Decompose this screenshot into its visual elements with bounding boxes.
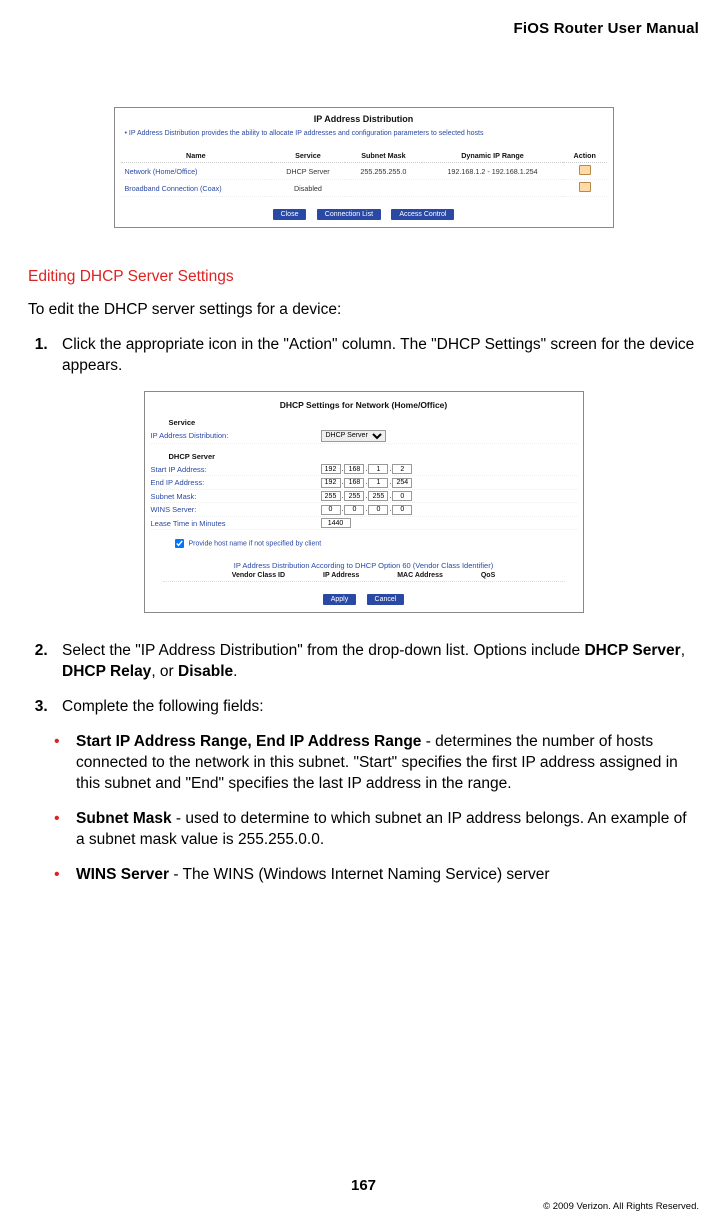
- wins-value: ...: [321, 504, 413, 515]
- intro-text: To edit the DHCP server settings for a d…: [28, 300, 699, 321]
- screenshot-ip-distribution: IP Address Distribution • IP Address Dis…: [114, 107, 614, 228]
- start-ip-3[interactable]: [368, 464, 388, 474]
- wins-1[interactable]: [321, 505, 341, 515]
- cell-action[interactable]: [563, 163, 607, 180]
- step-1: Click the appropriate icon in the "Actio…: [52, 335, 699, 377]
- cancel-button[interactable]: Cancel: [367, 594, 405, 605]
- end-ip-row: End IP Address: ...: [151, 476, 577, 490]
- bullet-subnet-mask: Subnet Mask - used to determine to which…: [52, 809, 699, 851]
- screenshot-dhcp-settings: DHCP Settings for Network (Home/Office) …: [144, 391, 584, 614]
- col-mask: Subnet Mask: [345, 149, 422, 163]
- end-ip-label: End IP Address:: [151, 478, 321, 487]
- ip-dist-label: IP Address Distribution:: [151, 431, 321, 440]
- cell-name[interactable]: Network (Home/Office): [121, 163, 272, 180]
- col-qos: QoS: [481, 572, 495, 579]
- lease-label: Lease Time in Minutes: [151, 519, 321, 528]
- col-vendor: Vendor Class ID: [232, 572, 285, 579]
- col-ip: IP Address: [323, 572, 359, 579]
- hostname-check-row: Provide host name if not specified by cl…: [151, 530, 577, 559]
- cell-mask: [345, 180, 422, 197]
- end-ip-4[interactable]: [392, 478, 412, 488]
- edit-icon[interactable]: [579, 165, 591, 175]
- end-ip-3[interactable]: [368, 478, 388, 488]
- start-ip-2[interactable]: [344, 464, 364, 474]
- col-name: Name: [121, 149, 272, 163]
- cell-service: DHCP Server: [271, 163, 345, 180]
- ss1-table: Name Service Subnet Mask Dynamic IP Rang…: [121, 149, 607, 197]
- access-control-button[interactable]: Access Control: [391, 209, 454, 220]
- start-ip-1[interactable]: [321, 464, 341, 474]
- mask-2[interactable]: [344, 491, 364, 501]
- option60-subtitle: IP Address Distribution According to DHC…: [151, 561, 577, 570]
- section-title: Editing DHCP Server Settings: [28, 268, 699, 286]
- col-mac: MAC Address: [397, 572, 443, 579]
- copyright: © 2009 Verizon. All Rights Reserved.: [543, 1201, 699, 1212]
- cell-action[interactable]: [563, 180, 607, 197]
- step-3: Complete the following fields:: [52, 697, 699, 718]
- end-ip-2[interactable]: [344, 478, 364, 488]
- cell-mask: 255.255.255.0: [345, 163, 422, 180]
- table-row: Broadband Connection (Coax) Disabled: [121, 180, 607, 197]
- col-range: Dynamic IP Range: [422, 149, 563, 163]
- wins-2[interactable]: [344, 505, 364, 515]
- start-ip-label: Start IP Address:: [151, 465, 321, 474]
- cell-service: Disabled: [271, 180, 345, 197]
- end-ip-1[interactable]: [321, 478, 341, 488]
- table-row: Network (Home/Office) DHCP Server 255.25…: [121, 163, 607, 180]
- edit-icon[interactable]: [579, 182, 591, 192]
- mask-1[interactable]: [321, 491, 341, 501]
- wins-3[interactable]: [368, 505, 388, 515]
- col-service: Service: [271, 149, 345, 163]
- lease-input[interactable]: [321, 518, 351, 528]
- wins-4[interactable]: [392, 505, 412, 515]
- mask-row: Subnet Mask: ...: [151, 490, 577, 504]
- close-button[interactable]: Close: [273, 209, 307, 220]
- dhcp-server-head: DHCP Server: [151, 450, 577, 463]
- ss1-title: IP Address Distribution: [121, 114, 607, 124]
- start-ip-4[interactable]: [392, 464, 412, 474]
- apply-button[interactable]: Apply: [323, 594, 357, 605]
- col-action: Action: [563, 149, 607, 163]
- hostname-checkbox[interactable]: [174, 539, 183, 548]
- wins-row: WINS Server: ...: [151, 503, 577, 517]
- mask-4[interactable]: [392, 491, 412, 501]
- page-number: 167: [0, 1177, 727, 1194]
- cell-range: 192.168.1.2 - 192.168.1.254: [422, 163, 563, 180]
- wins-label: WINS Server:: [151, 505, 321, 514]
- cell-range: [422, 180, 563, 197]
- step-2: Select the "IP Address Distribution" fro…: [52, 641, 699, 683]
- ss1-note: • IP Address Distribution provides the a…: [121, 130, 607, 137]
- start-ip-row: Start IP Address: ...: [151, 463, 577, 477]
- end-ip-value: ...: [321, 477, 413, 488]
- bullet-wins-server: WINS Server - The WINS (Windows Internet…: [52, 865, 699, 886]
- manual-title: FiOS Router User Manual: [28, 20, 699, 37]
- start-ip-value: ...: [321, 464, 413, 475]
- ip-dist-select[interactable]: DHCP Server: [321, 430, 386, 442]
- cell-name[interactable]: Broadband Connection (Coax): [121, 180, 272, 197]
- mask-label: Subnet Mask:: [151, 492, 321, 501]
- mask-3[interactable]: [368, 491, 388, 501]
- hostname-check-label: Provide host name if not specified by cl…: [189, 541, 322, 548]
- bullet-start-end: Start IP Address Range, End IP Address R…: [52, 732, 699, 795]
- mask-value: ...: [321, 491, 413, 502]
- ss2-title: DHCP Settings for Network (Home/Office): [151, 400, 577, 410]
- ip-dist-row: IP Address Distribution: DHCP Server: [151, 429, 577, 444]
- connection-list-button[interactable]: Connection List: [317, 209, 381, 220]
- service-head: Service: [151, 416, 577, 429]
- lease-row: Lease Time in Minutes: [151, 517, 577, 531]
- option60-header-row: Vendor Class ID IP Address MAC Address Q…: [163, 570, 565, 582]
